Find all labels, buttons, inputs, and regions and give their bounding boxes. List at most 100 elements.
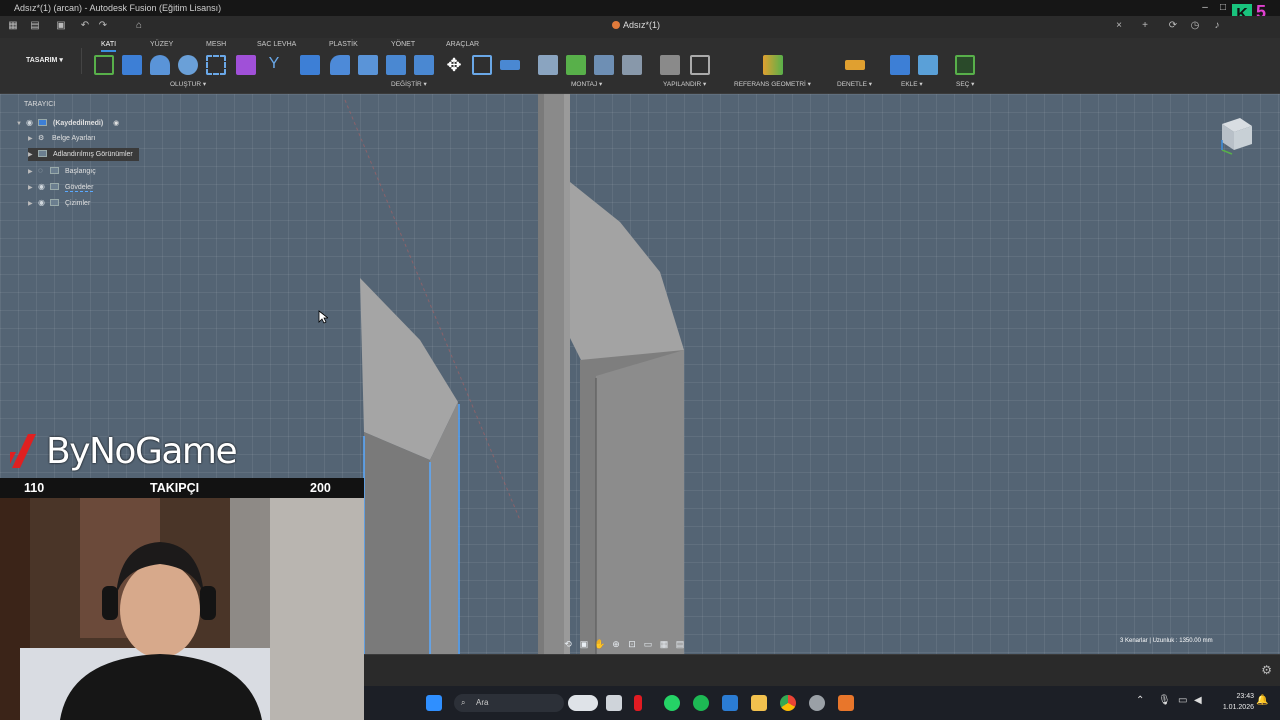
taskbar-search[interactable]: ⌕ Ara xyxy=(454,694,564,712)
right-body-top-face[interactable] xyxy=(570,182,684,378)
activate-radio-icon[interactable]: ◉ xyxy=(113,120,119,127)
group-sec[interactable]: SEÇ ▾ xyxy=(956,80,974,88)
chamfer-icon[interactable] xyxy=(358,55,378,75)
task-view-icon[interactable] xyxy=(606,695,622,711)
grid-settings-icon[interactable]: ▦ xyxy=(656,639,672,650)
notification-bell-icon[interactable]: 🔔 xyxy=(1256,695,1272,711)
new-component-icon[interactable] xyxy=(538,55,558,75)
fusion-icon[interactable] xyxy=(838,695,854,711)
whatsapp-icon[interactable] xyxy=(664,695,680,711)
microphone-icon[interactable]: 🎙 xyxy=(1158,695,1174,711)
chrome-icon[interactable] xyxy=(780,695,796,711)
windows-start-icon[interactable] xyxy=(426,695,442,711)
grid-menu-icon[interactable]: ▦ xyxy=(6,19,20,33)
expand-arrow-icon[interactable]: ▶ xyxy=(28,166,38,179)
settings-gear-icon[interactable]: ⚙ xyxy=(1261,663,1272,677)
tab-mesh[interactable]: MESH xyxy=(206,41,226,48)
maximize-icon[interactable]: □ xyxy=(1214,0,1232,16)
group-yapilandir[interactable]: YAPILANDIR ▾ xyxy=(663,80,706,88)
fillet-icon[interactable] xyxy=(330,55,350,75)
pan-icon[interactable]: ✋ xyxy=(592,639,608,650)
tray-chevron-icon[interactable]: ⌃ xyxy=(1136,695,1152,711)
sync-icon[interactable]: ⟳ xyxy=(1166,19,1180,33)
select-icon[interactable] xyxy=(955,55,975,75)
pattern-icon[interactable] xyxy=(206,55,226,75)
combine-icon[interactable]: Y xyxy=(264,55,284,75)
file-explorer-icon[interactable] xyxy=(751,695,767,711)
netflix-icon[interactable] xyxy=(634,695,642,711)
tab-araclar[interactable]: ARAÇLAR xyxy=(446,41,479,48)
new-tab-icon[interactable]: + xyxy=(1138,19,1152,33)
look-at-icon[interactable]: ▣ xyxy=(576,639,592,650)
collapse-arrow-icon[interactable]: ▼ xyxy=(16,118,26,131)
group-referans-geometri[interactable]: REFERANS GEOMETRİ ▾ xyxy=(734,80,811,88)
expand-arrow-icon[interactable]: ▶ xyxy=(28,198,38,211)
view-cube[interactable] xyxy=(1218,114,1256,156)
extrude-icon[interactable] xyxy=(122,55,142,75)
configure-table-icon[interactable] xyxy=(690,55,710,75)
viewports-icon[interactable]: ▤ xyxy=(672,639,688,650)
file-icon[interactable]: ▤ xyxy=(28,19,42,33)
redo-icon[interactable]: ↷ xyxy=(96,19,110,33)
browser-item-adlandirilmis-gorunumler[interactable]: ▶ Adlandırılmış Görünümler xyxy=(28,148,139,161)
minimize-icon[interactable]: – xyxy=(1196,0,1214,16)
expand-arrow-icon[interactable]: ▶ xyxy=(28,149,38,162)
as-built-joint-icon[interactable] xyxy=(594,55,614,75)
tab-yonet[interactable]: YÖNET xyxy=(391,41,415,48)
orbit-icon[interactable]: ⟲ xyxy=(560,639,576,650)
parameters-icon[interactable] xyxy=(660,55,680,75)
hole-icon[interactable] xyxy=(178,55,198,75)
shell-icon[interactable] xyxy=(386,55,406,75)
close-tab-icon[interactable]: × xyxy=(1112,19,1126,33)
browser-item-cizimler[interactable]: ▶ ◉ Çizimler xyxy=(28,196,90,209)
steam-icon[interactable] xyxy=(809,695,825,711)
tab-plastik[interactable]: PLASTİK xyxy=(329,41,358,48)
visibility-eye-icon[interactable]: ◉ xyxy=(26,116,38,129)
group-ekle[interactable]: EKLE ▾ xyxy=(901,80,923,88)
home-icon[interactable]: ⌂ xyxy=(132,19,146,33)
group-montaj[interactable]: MONTAJ ▾ xyxy=(571,80,602,88)
split-body-icon[interactable] xyxy=(414,55,434,75)
group-olustur[interactable]: OLUŞTUR ▾ xyxy=(170,80,206,88)
browser-item-baslangic[interactable]: ▶ ◌ Başlangıç xyxy=(28,164,96,177)
browser-item-govdeler[interactable]: ▶ ◉ Gövdeler xyxy=(28,180,94,195)
align-icon[interactable] xyxy=(500,60,520,70)
move-copy-icon[interactable]: ✥ xyxy=(444,55,464,75)
insert-canvas-icon[interactable] xyxy=(918,55,938,75)
outlook-icon[interactable] xyxy=(722,695,738,711)
press-pull-icon[interactable] xyxy=(300,55,320,75)
scale-icon[interactable] xyxy=(472,55,492,75)
form-icon[interactable] xyxy=(236,55,256,75)
right-body-front[interactable] xyxy=(596,350,684,654)
group-denetle[interactable]: DENETLE ▾ xyxy=(837,80,872,88)
expand-arrow-icon[interactable]: ▶ xyxy=(28,182,38,195)
insert-derive-icon[interactable] xyxy=(890,55,910,75)
display-settings-icon[interactable]: ▭ xyxy=(640,639,656,650)
weather-icon[interactable] xyxy=(568,695,598,711)
create-sketch-icon[interactable] xyxy=(94,55,114,75)
offset-plane-icon[interactable] xyxy=(763,55,783,75)
visibility-eye-icon[interactable]: ◉ xyxy=(38,180,50,193)
joint-icon[interactable] xyxy=(566,55,586,75)
notifications-icon[interactable]: ♪ xyxy=(1210,19,1224,33)
tab-sac-levha[interactable]: SAC LEVHA xyxy=(257,41,296,48)
taskbar-clock[interactable]: 23:43 1.01.2026 xyxy=(1223,691,1254,713)
tab-yuzey[interactable]: YÜZEY xyxy=(150,41,173,48)
undo-icon[interactable]: ↶ xyxy=(78,19,92,33)
fit-icon[interactable]: ⊡ xyxy=(624,639,640,650)
network-icon[interactable]: ▭ xyxy=(1178,695,1194,711)
expand-arrow-icon[interactable]: ▶ xyxy=(28,133,38,146)
left-body-side[interactable] xyxy=(364,432,430,654)
jobs-icon[interactable]: ◷ xyxy=(1188,19,1202,33)
spotify-icon[interactable] xyxy=(693,695,709,711)
volume-icon[interactable]: ◀ xyxy=(1194,695,1210,711)
visibility-eye-icon[interactable]: ◌ xyxy=(38,164,50,177)
tab-kati[interactable]: KATI xyxy=(101,41,117,52)
group-degistir[interactable]: DEĞİŞTİR ▾ xyxy=(391,80,427,88)
browser-item-belge-ayarlari[interactable]: ▶ ⚙ Belge Ayarları xyxy=(28,132,95,145)
workspace-switcher[interactable]: TASARIM ▾ xyxy=(12,48,82,74)
visibility-eye-icon[interactable]: ◉ xyxy=(38,196,50,209)
revolve-icon[interactable] xyxy=(150,55,170,75)
joint-origin-icon[interactable] xyxy=(622,55,642,75)
zoom-icon[interactable]: ⊕ xyxy=(608,639,624,650)
